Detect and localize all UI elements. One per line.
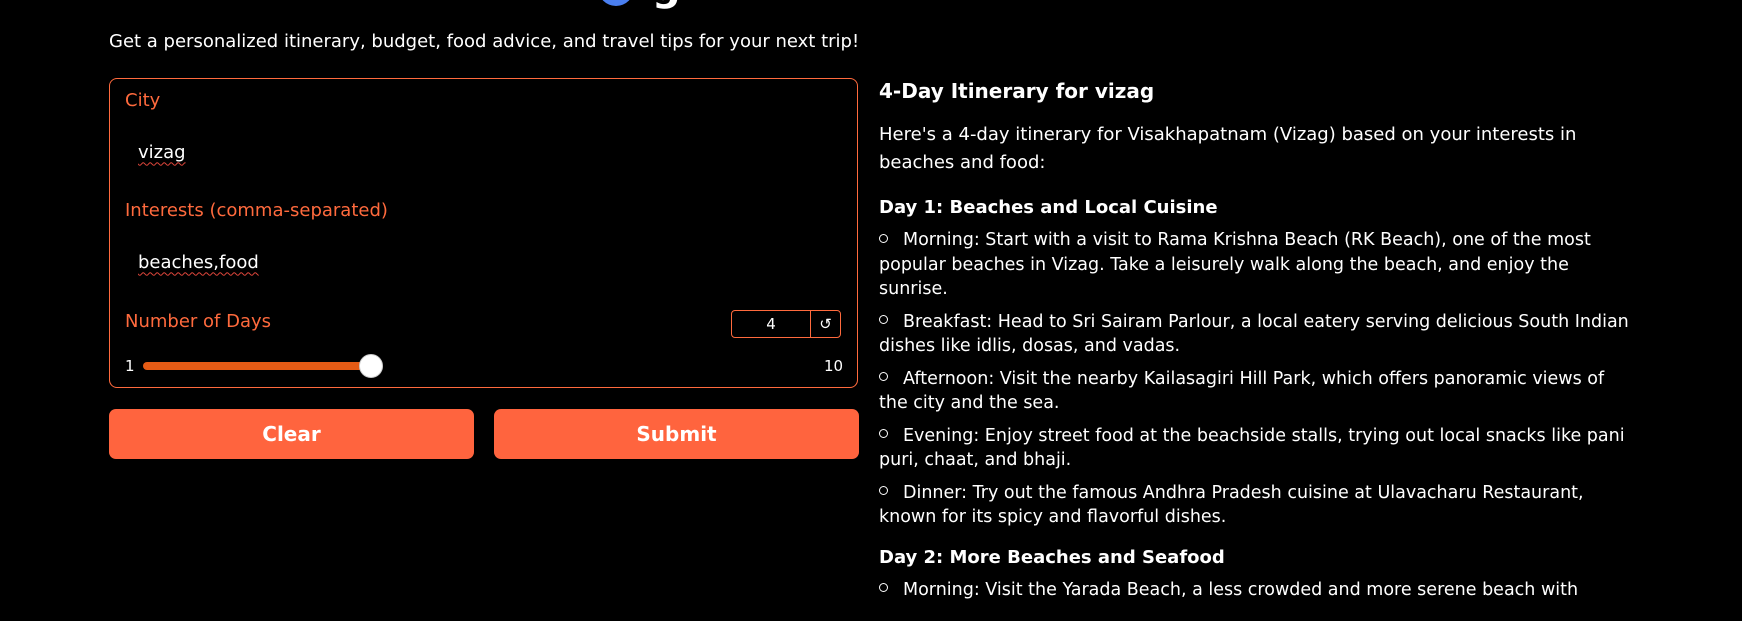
days-label: Number of Days — [125, 311, 272, 332]
days-number-input[interactable]: 4 — [732, 311, 810, 337]
bullet-icon — [879, 233, 888, 243]
list-item: Morning: Start with a visit to Rama Kris… — [879, 230, 1591, 299]
bullet-icon — [879, 486, 888, 495]
reset-icon[interactable]: ↺ — [810, 311, 840, 337]
page-subtitle: Get a personalized itinerary, budget, fo… — [109, 31, 860, 52]
itinerary-heading: 4-Day Itinerary for vizag — [879, 79, 1155, 103]
logo-icon — [598, 0, 634, 6]
city-input-value: vizag — [138, 141, 186, 163]
days-slider-thumb[interactable] — [359, 354, 383, 378]
day-list: Morning: Start with a visit to Rama Kris… — [879, 228, 1629, 530]
page-title-text: g — [652, 0, 681, 7]
day-list: Morning: Visit the Yarada Beach, a less … — [879, 578, 1629, 603]
clear-button[interactable]: Clear — [109, 409, 474, 459]
bullet-icon — [879, 583, 888, 592]
list-item: Dinner: Try out the famous Andhra Prades… — [879, 482, 1584, 527]
bullet-icon — [879, 315, 888, 324]
city-input[interactable]: vizag — [125, 132, 842, 172]
app-page: g Get a personalized itinerary, budget, … — [0, 0, 1742, 621]
day-heading: Day 2: More Beaches and Seafood — [879, 546, 1225, 568]
itinerary-intro: Here's a 4-day itinerary for Visakhapatn… — [879, 124, 1577, 173]
bullet-icon — [879, 372, 888, 381]
bullet-icon — [879, 429, 888, 438]
interests-label: Interests (comma-separated) — [125, 200, 388, 221]
submit-button[interactable]: Submit — [494, 409, 859, 459]
page-title: g — [598, 0, 681, 7]
list-item: Breakfast: Head to Sri Sairam Parlour, a… — [879, 311, 1629, 356]
city-label: City — [125, 90, 161, 111]
days-slider-track[interactable] — [143, 362, 371, 370]
interests-input[interactable]: beaches,food — [125, 242, 842, 282]
slider-min-label: 1 — [125, 357, 135, 375]
list-item: Afternoon: Visit the nearby Kailasagiri … — [879, 368, 1605, 413]
itinerary-output: 4-Day Itinerary for vizag Here's a 4-day… — [879, 78, 1629, 610]
slider-max-label: 10 — [824, 357, 844, 375]
list-item: Evening: Enjoy street food at the beachs… — [879, 425, 1625, 470]
trip-form: City vizag Interests (comma-separated) b… — [109, 78, 858, 388]
list-item: Morning: Visit the Yarada Beach, a less … — [879, 578, 1629, 603]
days-number-field: 4 ↺ — [731, 310, 841, 338]
day-heading: Day 1: Beaches and Local Cuisine — [879, 197, 1218, 218]
interests-input-value: beaches,food — [138, 251, 259, 273]
